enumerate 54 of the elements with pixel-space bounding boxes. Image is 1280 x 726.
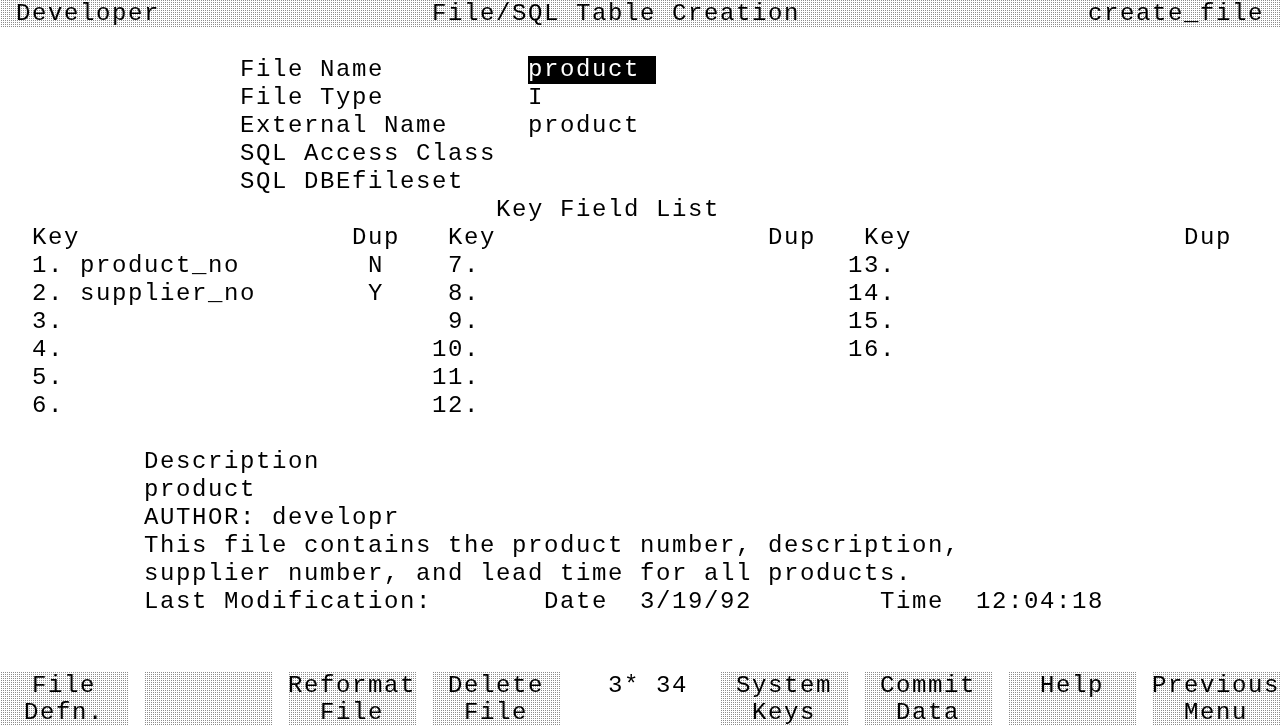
column-header: Dup <box>1184 224 1232 252</box>
row-number: 5. <box>32 364 64 392</box>
field-label: File Type <box>240 84 385 112</box>
section-title: Key Field List <box>496 196 721 224</box>
row-number: 14. <box>848 280 896 308</box>
input-field[interactable]: supplier_no <box>80 280 257 308</box>
column-header: Key <box>32 224 80 252</box>
function-key[interactable]: Help <box>1008 672 1136 726</box>
row-number: 13. <box>848 252 896 280</box>
date-value: 3/19/92 <box>640 588 753 616</box>
row-number: 8. <box>448 280 480 308</box>
dup-field[interactable]: N <box>368 252 384 280</box>
row-number: 2. <box>32 280 64 308</box>
column-header: Dup <box>352 224 400 252</box>
field-label: Last Modification: <box>144 588 433 616</box>
row-number: 9. <box>448 308 480 336</box>
row-number: 16. <box>848 336 896 364</box>
function-key[interactable]: Commit Data <box>864 672 992 726</box>
row-number: 7. <box>448 252 480 280</box>
screen-title: File/SQL Table Creation <box>432 0 801 28</box>
input-field[interactable]: product_no <box>80 252 241 280</box>
field-label: Time <box>880 588 944 616</box>
field-label: External Name <box>240 112 449 140</box>
field-label: File Name <box>240 56 385 84</box>
field-label: Date <box>544 588 608 616</box>
column-header: Dup <box>768 224 816 252</box>
row-number: 1. <box>32 252 64 280</box>
column-header: Key <box>864 224 912 252</box>
function-key[interactable] <box>144 672 272 726</box>
app-name: Developer <box>16 0 161 28</box>
function-key[interactable]: Reformat File <box>288 672 416 726</box>
function-key[interactable]: Previous Menu <box>1152 672 1280 726</box>
row-number: 12. <box>432 392 480 420</box>
status-indicator: 3* 34 <box>608 672 688 700</box>
input-field[interactable]: product <box>528 112 641 140</box>
field-label: Description <box>144 448 321 475</box>
row-number: 11. <box>432 364 480 392</box>
function-key[interactable]: File Defn. <box>0 672 128 726</box>
screen-id: create_file <box>1087 0 1264 28</box>
function-key[interactable]: Delete File <box>432 672 560 726</box>
input-field[interactable]: I <box>528 84 544 112</box>
input-field[interactable]: product <box>528 56 656 84</box>
row-number: 6. <box>32 392 64 420</box>
dup-field[interactable]: Y <box>368 280 384 308</box>
column-header: Key <box>448 224 496 252</box>
time-value: 12:04:18 <box>976 588 1105 616</box>
field-label: SQL Access Class <box>240 140 497 168</box>
row-number: 15. <box>848 308 896 336</box>
field-label: SQL DBEfileset <box>240 168 465 196</box>
row-number: 4. <box>32 336 64 364</box>
function-key[interactable]: System Keys <box>720 672 848 726</box>
row-number: 10. <box>432 336 480 364</box>
description-text: product AUTHOR: developr This file contains the product number, description, supplier number, and lead time for all products. <box>144 476 961 588</box>
row-number: 3. <box>32 308 64 336</box>
